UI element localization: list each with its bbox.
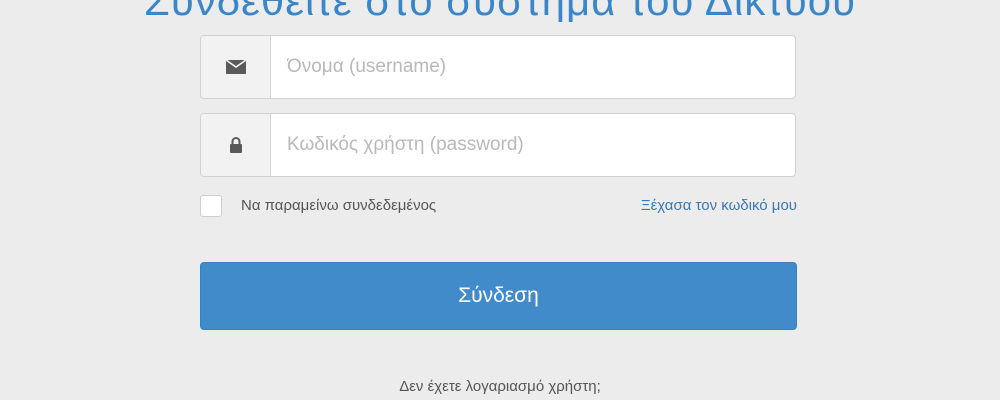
page-title: Συνδεθείτε στο σύστημα του Δικτύου [0, 0, 1000, 22]
remember-row: Να παραμείνω συνδεδεμένος Ξέχασα τον κωδ… [200, 193, 800, 221]
username-addon [201, 36, 271, 98]
envelope-icon [225, 60, 246, 74]
password-input[interactable] [271, 114, 795, 176]
password-field-group [200, 113, 796, 177]
no-account-text: Δεν έχετε λογαριασμό χρήστη; [399, 378, 601, 395]
remember-label: Να παραμείνω συνδεδεμένος [241, 197, 437, 214]
username-input[interactable] [271, 36, 795, 98]
username-field-group [200, 35, 796, 99]
login-button[interactable]: Σύνδεση [200, 262, 797, 330]
lock-icon [229, 137, 242, 153]
remember-checkbox[interactable] [200, 195, 222, 217]
password-addon [201, 114, 271, 176]
forgot-password-link[interactable]: Ξέχασα τον κωδικό μου [641, 197, 797, 214]
